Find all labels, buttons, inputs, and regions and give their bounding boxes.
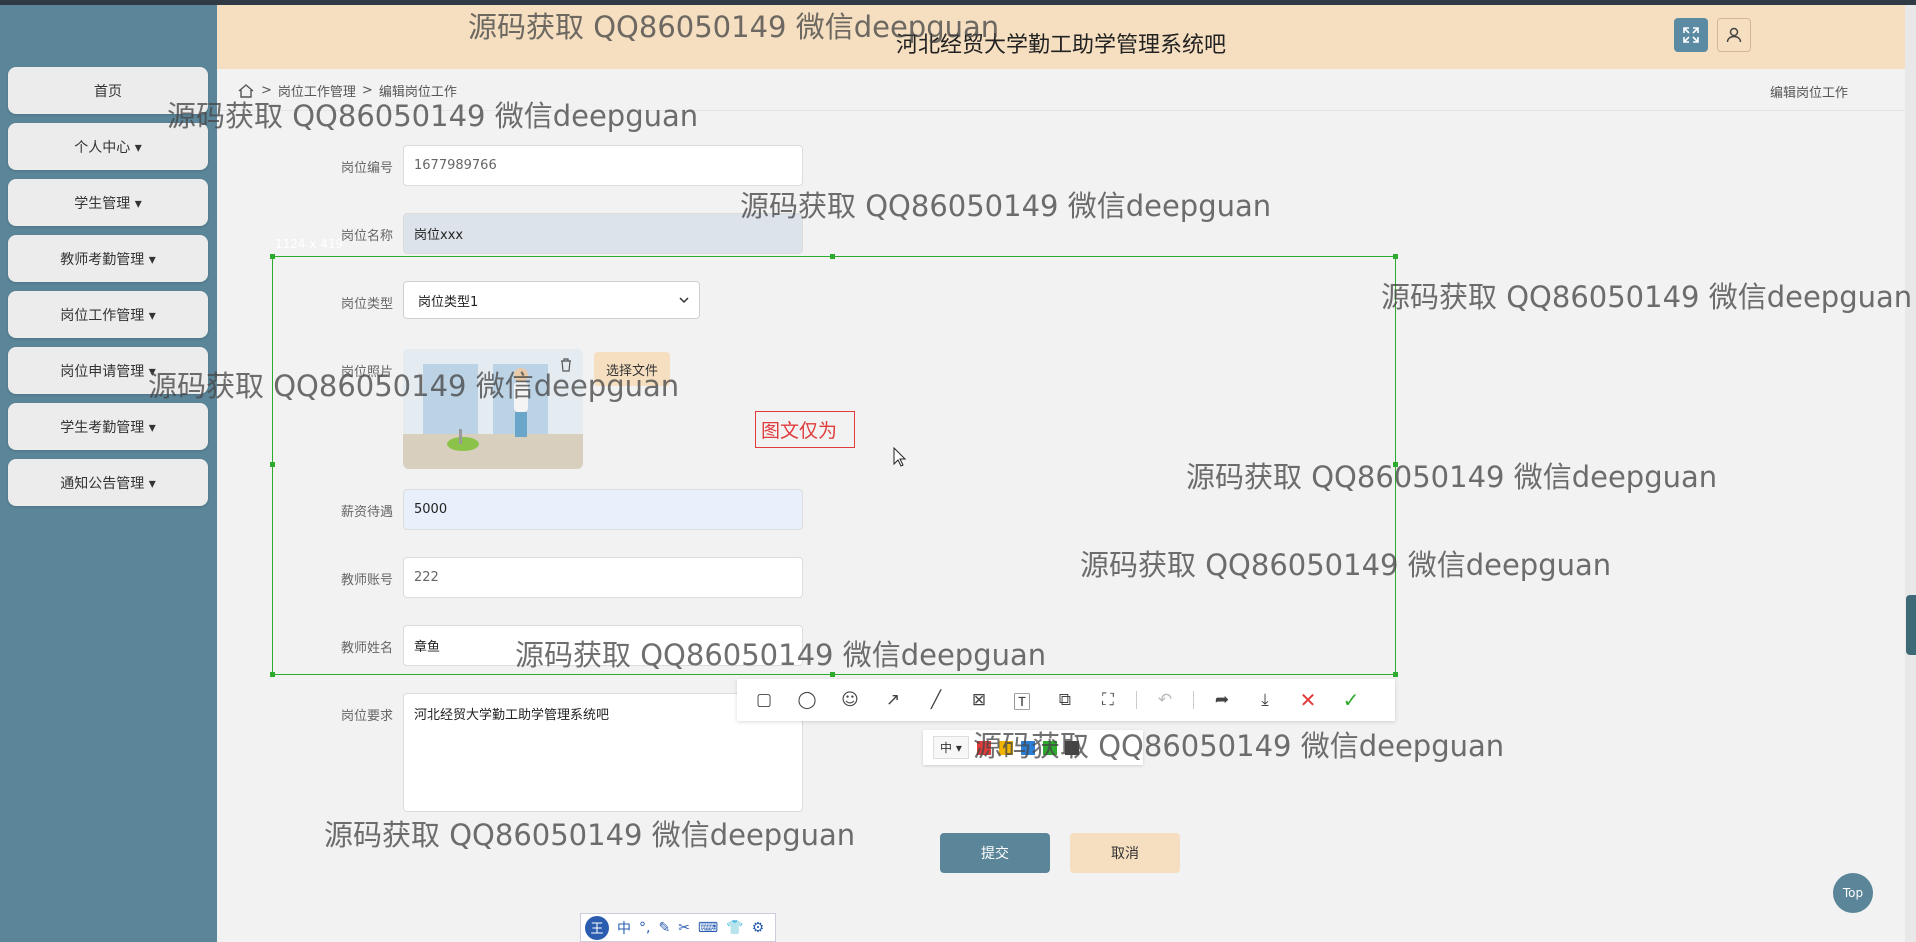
user-icon [1726, 27, 1742, 43]
close-icon[interactable]: ✕ [1293, 685, 1323, 715]
ocr-tool-icon[interactable]: ⛶ [1093, 685, 1123, 715]
ime-keyboard-icon[interactable]: ⌨ [698, 920, 718, 936]
ime-scissors-icon[interactable]: ✂ [678, 920, 690, 936]
resize-handle[interactable] [1393, 254, 1398, 259]
toolbar-divider [1136, 691, 1137, 709]
page-title-right: 编辑岗位工作 [1769, 86, 1848, 101]
ime-toolbar: 王 中 °, ✎ ✂ ⌨ 👕 ⚙ [580, 913, 776, 942]
watermark-text: 源码获取 QQ86050149 微信deepguan [515, 638, 1047, 672]
requirements-label: 岗位要求 [340, 709, 393, 724]
watermark-text: 源码获取 QQ86050149 微信deepguan [167, 99, 699, 133]
resize-handle[interactable] [830, 254, 835, 259]
save-icon[interactable]: ⤓ [1250, 685, 1280, 715]
text-annotation[interactable]: 图文仅为 [755, 411, 855, 448]
ellipse-tool-icon[interactable]: ◯ [792, 685, 822, 715]
resize-handle[interactable] [270, 672, 275, 677]
font-size-select[interactable]: 中 ▾ [933, 736, 969, 759]
emoji-tool-icon[interactable]: ☺ [835, 685, 865, 715]
capture-size-label: 1124 x 419 [275, 237, 344, 251]
sidebar-item-notices[interactable]: 通知公告管理 ▾ [8, 459, 208, 506]
page-scrollbar[interactable] [1905, 5, 1916, 942]
cancel-button[interactable]: 取消 [1070, 833, 1180, 873]
sidebar-item-student-attendance[interactable]: 学生考勤管理 ▾ [8, 403, 208, 450]
ime-logo[interactable]: 王 [585, 915, 609, 940]
toolbar-divider [1193, 691, 1194, 709]
share-icon[interactable]: ➦ [1207, 685, 1237, 715]
resize-handle[interactable] [270, 254, 275, 259]
rectangle-tool-icon[interactable]: ▢ [749, 685, 779, 715]
submit-button[interactable]: 提交 [940, 833, 1050, 873]
sidebar: 首页 个人中心 ▾ 学生管理 ▾ 教师考勤管理 ▾ 岗位工作管理 ▾ 岗位申请管… [0, 5, 217, 942]
watermark-text: 源码获取 QQ86050149 微信deepguan [468, 10, 1000, 44]
ime-skin-icon[interactable]: 👕 [726, 920, 743, 936]
capture-toolbar: ▢ ◯ ☺ ↗ ╱ ⊠ 🅃 ⧉ ⛶ ↶ ➦ ⤓ ✕ ✓ [737, 679, 1395, 721]
back-to-top-button[interactable]: Top [1833, 873, 1873, 913]
watermark-text: 源码获取 QQ86050149 微信deepguan [1186, 460, 1718, 494]
ime-handwrite-icon[interactable]: ✎ [658, 920, 670, 936]
watermark-text: 源码获取 QQ86050149 微信deepguan [1080, 548, 1612, 582]
sidebar-item-teacher-attendance[interactable]: 教师考勤管理 ▾ [8, 235, 208, 282]
confirm-icon[interactable]: ✓ [1336, 685, 1366, 715]
side-tab[interactable] [1906, 595, 1916, 655]
undo-icon[interactable]: ↶ [1150, 685, 1180, 715]
user-button[interactable] [1717, 18, 1751, 52]
text-tool-icon[interactable]: 🅃 [1007, 685, 1037, 715]
watermark-text: 源码获取 QQ86050149 微信deepguan [973, 729, 1505, 763]
expand-icon [1683, 27, 1699, 43]
pin-tool-icon[interactable]: ⧉ [1050, 685, 1080, 715]
fullscreen-button[interactable] [1674, 18, 1708, 52]
ime-lang-toggle[interactable]: 中 [617, 918, 631, 938]
sidebar-item-job-management[interactable]: 岗位工作管理 ▾ [8, 291, 208, 338]
arrow-tool-icon[interactable]: ↗ [878, 685, 908, 715]
line-tool-icon[interactable]: ╱ [921, 685, 951, 715]
resize-handle[interactable] [270, 462, 275, 467]
watermark-text: 源码获取 QQ86050149 微信deepguan [148, 369, 680, 403]
watermark-text: 源码获取 QQ86050149 微信deepguan [1381, 280, 1913, 314]
ime-punctuation-icon[interactable]: °, [639, 920, 650, 936]
watermark-text: 源码获取 QQ86050149 微信deepguan [324, 818, 856, 852]
watermark-text: 源码获取 QQ86050149 微信deepguan [740, 189, 1272, 223]
job-no-label: 岗位编号 [340, 161, 393, 176]
job-no-field[interactable]: 1677989766 [403, 145, 803, 186]
mosaic-tool-icon[interactable]: ⊠ [964, 685, 994, 715]
resize-handle[interactable] [1393, 672, 1398, 677]
sidebar-item-students[interactable]: 学生管理 ▾ [8, 179, 208, 226]
ime-settings-icon[interactable]: ⚙ [752, 920, 765, 936]
mouse-cursor-icon [893, 447, 907, 467]
